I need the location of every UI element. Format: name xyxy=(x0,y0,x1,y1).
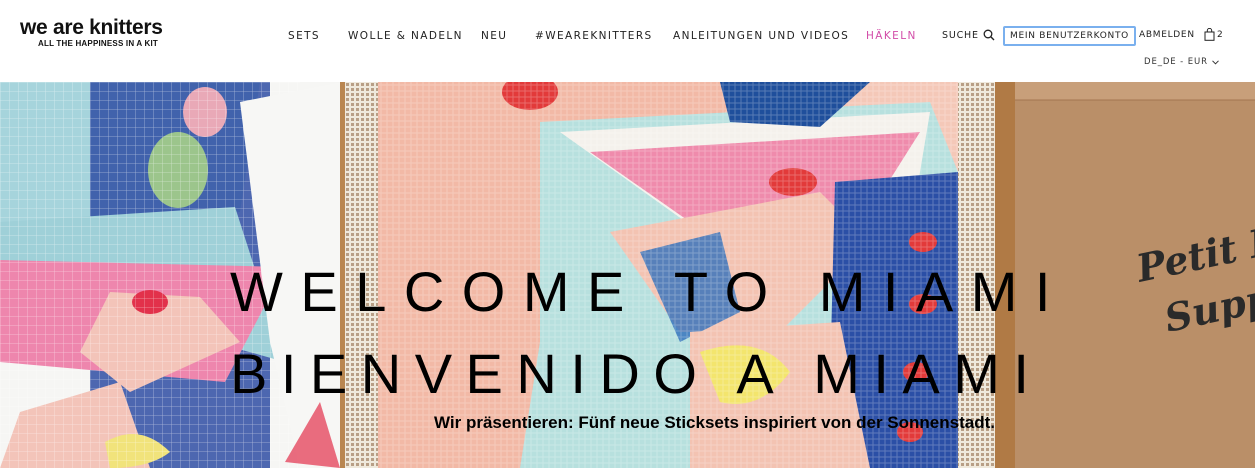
hero-title-es: BIENVENIDO A MIAMI xyxy=(230,342,1043,405)
brand-tagline: ALL THE HAPPINESS IN A KIT xyxy=(38,39,159,48)
search-button[interactable]: SUCHE xyxy=(942,29,995,41)
shopping-bag-icon xyxy=(1204,28,1215,41)
site-header: we are knitters ALL THE HAPPINESS IN A K… xyxy=(0,0,1255,82)
nav-item-weareknitters[interactable]: #WEAREKNITTERS xyxy=(535,30,653,42)
search-label: SUCHE xyxy=(942,29,979,41)
cart-button[interactable]: 2 xyxy=(1204,28,1223,41)
nav-item-sets[interactable]: SETS xyxy=(288,30,320,42)
locale-selector[interactable]: DE_DE - EUR xyxy=(1144,57,1219,67)
hero-banner[interactable]: Petit Poi Supp WELCOME TO MIAMI BIENVENI… xyxy=(0,82,1255,468)
brand-name: we are knitters xyxy=(20,16,163,39)
brand-logo[interactable]: we are knitters ALL THE HAPPINESS IN A K… xyxy=(20,17,163,49)
nav-item-hakeln[interactable]: HÄKELN xyxy=(866,30,917,42)
nav-item-wolle-nadeln[interactable]: WOLLE & NADELN xyxy=(348,30,463,42)
hero-subtitle: Wir präsentieren: Fünf neue Sticksets in… xyxy=(434,413,995,432)
nav-item-anleitungen-videos[interactable]: ANLEITUNGEN UND VIDEOS xyxy=(673,30,849,42)
my-account-button[interactable]: MEIN BENUTZERKONTO xyxy=(1003,26,1136,46)
logout-link[interactable]: ABMELDEN xyxy=(1139,30,1195,40)
chevron-down-icon xyxy=(1212,59,1219,65)
search-icon xyxy=(983,29,995,41)
nav-item-neu[interactable]: NEU xyxy=(481,30,507,42)
cart-count: 2 xyxy=(1217,29,1223,40)
locale-label: DE_DE - EUR xyxy=(1144,57,1208,67)
hero-title-en: WELCOME TO MIAMI xyxy=(230,260,1068,323)
